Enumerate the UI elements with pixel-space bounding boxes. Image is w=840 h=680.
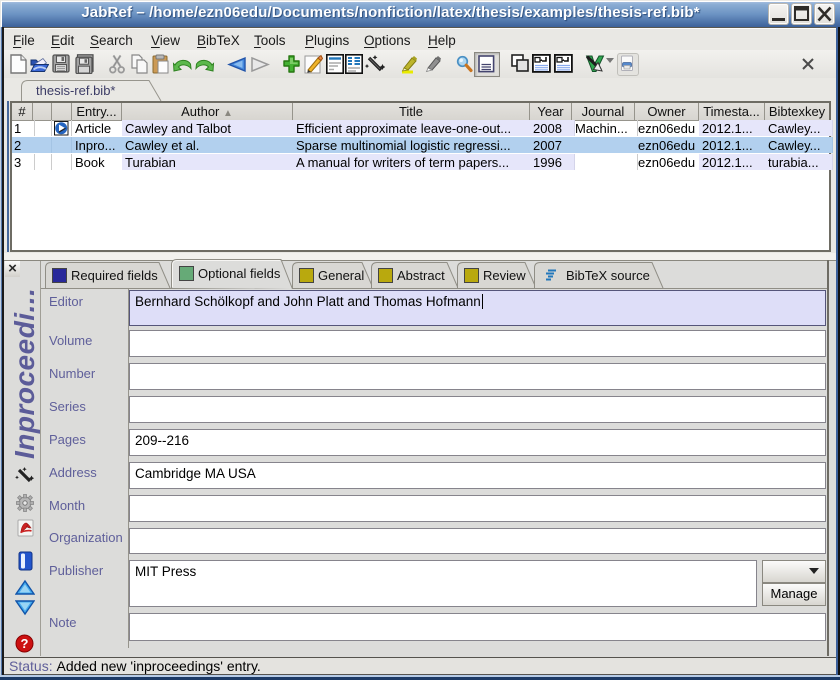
svg-text:?: ? [21,636,29,651]
